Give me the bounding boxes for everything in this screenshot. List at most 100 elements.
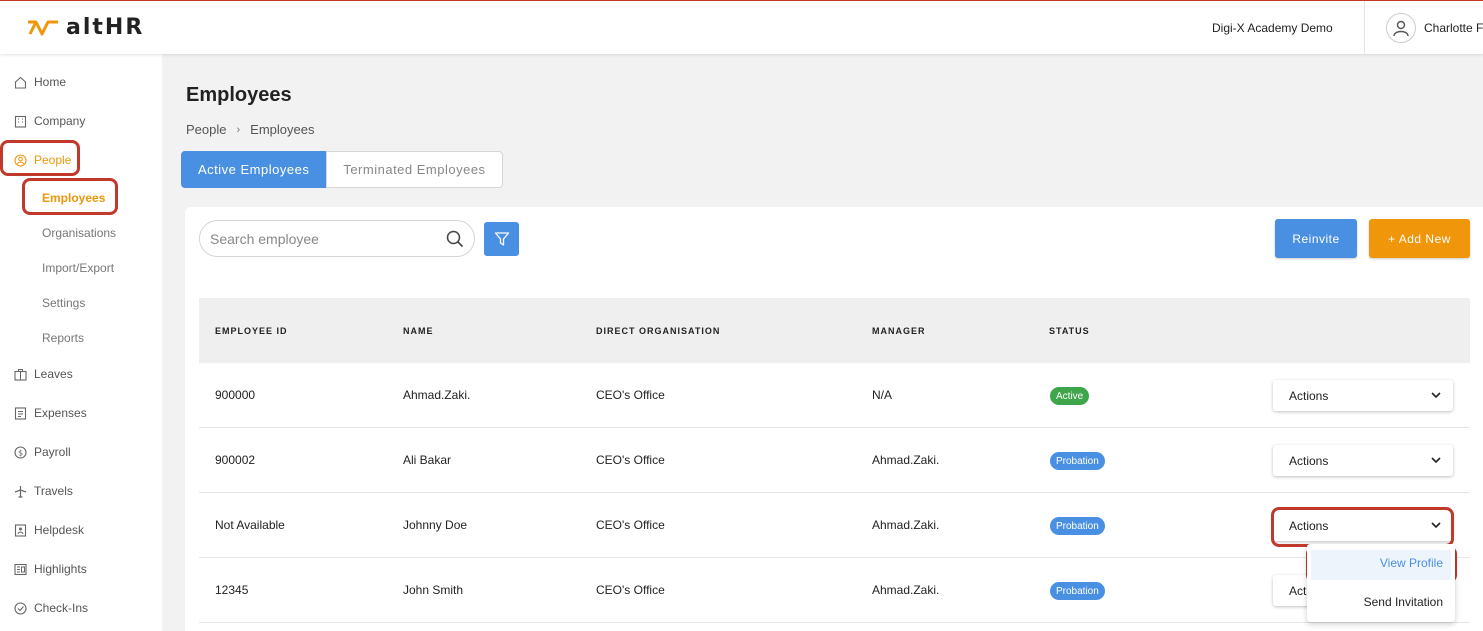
actions-label: Actions bbox=[1289, 453, 1329, 468]
tab-terminated-employees[interactable]: Terminated Employees bbox=[326, 151, 503, 188]
organisation-name[interactable]: Digi-X Academy Demo bbox=[1212, 21, 1333, 35]
breadcrumb-people[interactable]: People bbox=[186, 122, 226, 137]
employee-name[interactable]: Ali Bakar bbox=[403, 453, 451, 467]
employees-highlight-box bbox=[22, 178, 118, 215]
sidebar-item-label: Check-Ins bbox=[34, 601, 89, 615]
svg-text:$: $ bbox=[18, 448, 23, 457]
search-box bbox=[199, 220, 475, 257]
logo[interactable]: altHR bbox=[26, 15, 144, 40]
sidebar-item-leaves[interactable]: Leaves bbox=[14, 364, 73, 384]
dollar-icon: $ bbox=[14, 445, 27, 459]
sidebar-item-label: Company bbox=[34, 114, 86, 128]
helpdesk-icon bbox=[14, 523, 27, 537]
employee-tabs: Active Employees Terminated Employees bbox=[181, 151, 503, 188]
sidebar: Home Company People Employees Organisati… bbox=[0, 54, 162, 631]
check-circle-icon bbox=[14, 601, 27, 615]
employee-name[interactable]: John Smith bbox=[403, 583, 463, 597]
home-icon bbox=[14, 76, 27, 89]
sidebar-item-label: Helpdesk bbox=[34, 523, 85, 537]
sidebar-item-company[interactable]: Company bbox=[14, 111, 85, 131]
actions-label: Act bbox=[1289, 583, 1307, 598]
highlights-icon bbox=[14, 563, 27, 576]
actions-label: Actions bbox=[1289, 388, 1329, 403]
search-icon[interactable] bbox=[446, 230, 464, 248]
employee-manager: Ahmad.Zaki. bbox=[872, 453, 940, 467]
sidebar-item-payroll[interactable]: $ Payroll bbox=[14, 442, 71, 462]
avatar[interactable] bbox=[1386, 13, 1416, 43]
chevron-down-icon bbox=[1431, 457, 1441, 464]
sidebar-item-label: Home bbox=[34, 75, 67, 89]
user-icon bbox=[1393, 20, 1409, 37]
employee-organisation: CEO's Office bbox=[596, 388, 665, 402]
tab-active-employees[interactable]: Active Employees bbox=[181, 151, 327, 188]
column-name[interactable]: NAME bbox=[403, 326, 434, 336]
header-divider bbox=[1364, 1, 1365, 55]
breadcrumb: People › Employees bbox=[186, 122, 314, 137]
table-row: 12345 John Smith CEO's Office Ahmad.Zaki… bbox=[199, 558, 1470, 623]
employee-organisation: CEO's Office bbox=[596, 583, 665, 597]
search-input[interactable] bbox=[210, 230, 446, 247]
status-badge: Probation bbox=[1050, 452, 1105, 470]
actions-dropdown[interactable]: Actions bbox=[1273, 380, 1453, 411]
sidebar-item-home[interactable]: Home bbox=[14, 72, 66, 92]
user-name[interactable]: Charlotte Fo bbox=[1424, 21, 1483, 35]
chevron-down-icon bbox=[1431, 392, 1441, 399]
menu-item-send-invitation[interactable]: Send Invitation bbox=[1364, 595, 1443, 609]
plane-icon bbox=[14, 485, 27, 498]
sidebar-item-helpdesk[interactable]: Helpdesk bbox=[14, 520, 84, 540]
table-row: 900002 Ali Bakar CEO's Office Ahmad.Zaki… bbox=[199, 428, 1470, 493]
filter-icon bbox=[494, 232, 509, 246]
table-header: EMPLOYEE ID NAME DIRECT ORGANISATION MAN… bbox=[199, 298, 1470, 363]
page-title: Employees bbox=[186, 84, 292, 106]
sidebar-item-highlights[interactable]: Highlights bbox=[14, 559, 87, 579]
sidebar-item-label: Expenses bbox=[34, 406, 87, 420]
building-icon bbox=[14, 115, 27, 128]
status-badge: Active bbox=[1050, 387, 1090, 405]
receipt-icon bbox=[14, 406, 27, 420]
briefcase-icon bbox=[14, 368, 27, 381]
sidebar-item-label: Payroll bbox=[34, 445, 71, 459]
sidebar-item-expenses[interactable]: Expenses bbox=[14, 403, 87, 423]
actions-menu: View Profile Send Invitation bbox=[1307, 544, 1455, 622]
employee-name[interactable]: Ahmad.Zaki. bbox=[403, 388, 470, 402]
sidebar-item-label: Leaves bbox=[34, 367, 73, 381]
employee-organisation: CEO's Office bbox=[596, 453, 665, 467]
employee-id: 12345 bbox=[215, 583, 249, 597]
sidebar-subitem-reports[interactable]: Reports bbox=[42, 331, 84, 345]
sidebar-subitem-organisations[interactable]: Organisations bbox=[42, 226, 116, 240]
reinvite-button[interactable]: Reinvite bbox=[1275, 219, 1357, 258]
employee-manager: Ahmad.Zaki. bbox=[872, 518, 940, 532]
actions-highlight-box bbox=[1271, 507, 1454, 547]
sidebar-subitem-import-export[interactable]: Import/Export bbox=[42, 261, 114, 275]
column-manager[interactable]: MANAGER bbox=[872, 326, 926, 336]
top-bar: altHR Digi-X Academy Demo Charlotte Fo bbox=[0, 0, 1483, 55]
actions-dropdown[interactable]: Actions bbox=[1273, 445, 1453, 476]
employee-manager: Ahmad.Zaki. bbox=[872, 583, 940, 597]
column-status[interactable]: STATUS bbox=[1049, 326, 1090, 336]
logo-text: altHR bbox=[66, 15, 145, 40]
employee-organisation: CEO's Office bbox=[596, 518, 665, 532]
employee-id: 900000 bbox=[215, 388, 256, 402]
employee-id: 900002 bbox=[215, 453, 256, 467]
employee-id: Not Available bbox=[215, 518, 285, 532]
menu-item-view-profile[interactable]: View Profile bbox=[1380, 556, 1443, 570]
table-row: 900000 Ahmad.Zaki. CEO's Office N/A Acti… bbox=[199, 363, 1470, 428]
employee-manager: N/A bbox=[872, 388, 893, 402]
status-badge: Probation bbox=[1050, 582, 1105, 600]
sidebar-item-check-ins[interactable]: Check-Ins bbox=[14, 598, 88, 618]
logo-icon bbox=[28, 20, 58, 35]
add-new-button[interactable]: + Add New bbox=[1369, 219, 1470, 258]
status-badge: Probation bbox=[1050, 517, 1105, 535]
sidebar-item-label: Highlights bbox=[34, 562, 87, 576]
employees-card: Reinvite + Add New EMPLOYEE ID NAME DIRE… bbox=[185, 207, 1483, 631]
sidebar-item-label: Travels bbox=[34, 484, 73, 498]
employee-name[interactable]: Johnny Doe bbox=[403, 518, 467, 532]
people-highlight-box bbox=[0, 140, 80, 176]
chevron-right-icon: › bbox=[236, 123, 241, 136]
filter-button[interactable] bbox=[484, 222, 519, 256]
breadcrumb-employees: Employees bbox=[250, 122, 315, 137]
column-employee-id[interactable]: EMPLOYEE ID bbox=[215, 326, 288, 336]
sidebar-subitem-settings[interactable]: Settings bbox=[42, 296, 85, 310]
column-direct-organisation[interactable]: DIRECT ORGANISATION bbox=[596, 326, 720, 336]
sidebar-item-travels[interactable]: Travels bbox=[14, 481, 73, 501]
